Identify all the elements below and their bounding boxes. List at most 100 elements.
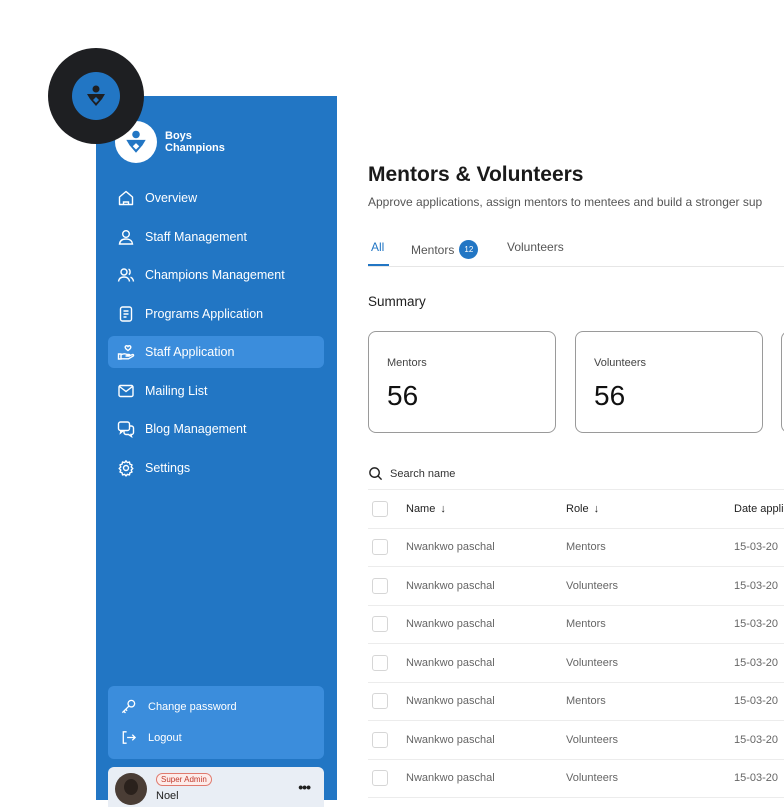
user-name: Noel — [156, 790, 179, 802]
select-all-checkbox[interactable] — [372, 500, 388, 517]
role-badge: Super Admin — [156, 773, 212, 786]
cell-role: Volunteers — [566, 656, 618, 669]
row-checkbox[interactable] — [372, 654, 388, 671]
summary-card-volunteers: Volunteers 56 — [575, 331, 763, 433]
table-header-row: Name ↓ Role ↓ Date appli — [368, 489, 784, 528]
cell-role: Volunteers — [566, 579, 618, 592]
column-header-name-label: Name — [406, 502, 436, 515]
brand-line-1: Boys — [165, 130, 192, 142]
sidebar-item-label: Settings — [145, 460, 191, 475]
floating-logo-badge — [48, 48, 144, 144]
chat-icon — [117, 420, 135, 438]
tab-all[interactable]: All — [371, 240, 384, 254]
search-icon — [369, 467, 383, 481]
hand-heart-icon — [117, 343, 135, 361]
sidebar-item-label: Mailing List — [145, 383, 208, 398]
users-icon — [117, 266, 135, 284]
column-header-name[interactable]: Name ↓ — [406, 503, 446, 515]
cell-date: 15-03-20 — [734, 695, 779, 708]
sidebar-item-label: Programs Application — [145, 306, 264, 321]
search-input[interactable]: Search name — [368, 466, 455, 481]
user-icon — [117, 228, 135, 246]
tab-mentors-label: Mentors — [411, 242, 455, 257]
cell-role: Mentors — [566, 695, 606, 708]
gear-icon — [117, 459, 135, 477]
cell-date: 15-03-20 — [734, 579, 779, 592]
cell-name: Nwankwo paschal — [406, 733, 495, 746]
sidebar-item-label: Blog Management — [145, 422, 247, 436]
sidebar-item-settings[interactable]: Settings — [108, 452, 324, 484]
cell-date: 15-03-20 — [734, 733, 779, 746]
avatar — [115, 773, 147, 805]
sort-arrow-icon: ↓ — [440, 502, 446, 515]
cell-name: Nwankwo paschal — [406, 695, 495, 708]
active-tab-indicator — [368, 264, 389, 266]
sidebar: Boys Champions Overview Staff Management… — [96, 96, 337, 807]
cell-name: Nwankwo paschal — [406, 772, 495, 785]
brand-line-2: Champions — [165, 142, 225, 154]
sidebar-item-mailing-list[interactable]: Mailing List — [108, 375, 324, 407]
cell-date: 15-03-20 — [734, 541, 779, 554]
logout-label: Logout — [148, 731, 182, 744]
tab-all-label: All — [371, 240, 385, 254]
sidebar-item-blog-management[interactable]: Blog Management — [108, 413, 324, 445]
cell-role: Volunteers — [566, 733, 618, 746]
change-password-label: Change password — [148, 700, 237, 713]
row-checkbox[interactable] — [372, 539, 388, 556]
table-row[interactable]: Nwankwo paschal Mentors 15-03-20 — [368, 681, 784, 721]
row-checkbox[interactable] — [372, 693, 388, 710]
tab-volunteers-label: Volunteers — [507, 240, 564, 254]
column-header-role[interactable]: Role ↓ — [566, 503, 599, 515]
tab-bar: All Mentors 12 Volunteers — [368, 236, 784, 267]
table-row[interactable]: Nwankwo paschal Volunteers 15-03-20 — [368, 720, 784, 759]
tab-volunteers[interactable]: Volunteers — [507, 240, 564, 254]
sidebar-item-champions-management[interactable]: Champions Management — [108, 259, 324, 291]
user-card[interactable]: Super Admin Noel ••• — [108, 767, 324, 807]
sidebar-item-staff-management[interactable]: Staff Management — [108, 221, 324, 253]
sidebar-nav: Overview Staff Management Champions Mana… — [108, 182, 324, 490]
sidebar-item-label: Champions Management — [145, 268, 285, 282]
column-header-date[interactable]: Date appli — [734, 503, 784, 515]
page-title: Mentors & Volunteers — [368, 163, 584, 186]
row-checkbox[interactable] — [372, 731, 388, 748]
cell-name: Nwankwo paschal — [406, 579, 495, 592]
brand-name: Boys Champions — [165, 130, 225, 154]
home-icon — [117, 189, 135, 207]
logout-icon — [122, 731, 137, 744]
table-row[interactable]: Nwankwo paschal Volunteers 15-03-20 — [368, 758, 784, 798]
sidebar-item-label: Staff Application — [145, 345, 235, 359]
row-checkbox[interactable] — [372, 770, 388, 787]
change-password-button[interactable]: Change password — [120, 698, 237, 715]
tab-mentors[interactable]: Mentors 12 — [411, 240, 479, 259]
account-actions: Change password Logout — [108, 686, 324, 759]
more-options-icon[interactable]: ••• — [298, 779, 311, 795]
sidebar-item-programs-application[interactable]: Programs Application — [108, 298, 324, 330]
card-value: 56 — [594, 380, 626, 411]
logout-button[interactable]: Logout — [120, 729, 182, 746]
sidebar-item-staff-application[interactable]: Staff Application — [108, 336, 324, 368]
page-subtitle: Approve applications, assign mentors to … — [368, 195, 763, 209]
row-checkbox[interactable] — [372, 616, 388, 633]
mentors-count-badge: 12 — [459, 240, 479, 259]
summary-heading: Summary — [368, 294, 426, 309]
logo-mark — [72, 72, 120, 120]
card-label: Volunteers — [594, 357, 646, 369]
sidebar-item-overview[interactable]: Overview — [108, 182, 324, 214]
cell-date: 15-03-20 — [734, 656, 779, 669]
table-row[interactable]: Nwankwo paschal Mentors 15-03-20 — [368, 604, 784, 644]
cell-date: 15-03-20 — [734, 618, 779, 631]
cell-name: Nwankwo paschal — [406, 541, 495, 554]
document-icon — [117, 305, 135, 323]
row-checkbox[interactable] — [372, 577, 388, 594]
card-value: 56 — [387, 380, 419, 411]
table-row[interactable]: Nwankwo paschal Mentors 15-03-20 — [368, 527, 784, 567]
cell-name: Nwankwo paschal — [406, 618, 495, 631]
key-icon — [121, 699, 136, 714]
table-row[interactable]: Nwankwo paschal Volunteers 15-03-20 — [368, 566, 784, 605]
table-row[interactable]: Nwankwo paschal Volunteers 15-03-20 — [368, 643, 784, 682]
cell-role: Mentors — [566, 618, 606, 631]
column-header-role-label: Role — [566, 502, 589, 515]
sort-arrow-icon: ↓ — [593, 502, 600, 515]
applications-table: Name ↓ Role ↓ Date appli Nwankwo paschal M… — [368, 489, 784, 800]
main-content: Mentors & Volunteers Approve application… — [368, 0, 784, 800]
